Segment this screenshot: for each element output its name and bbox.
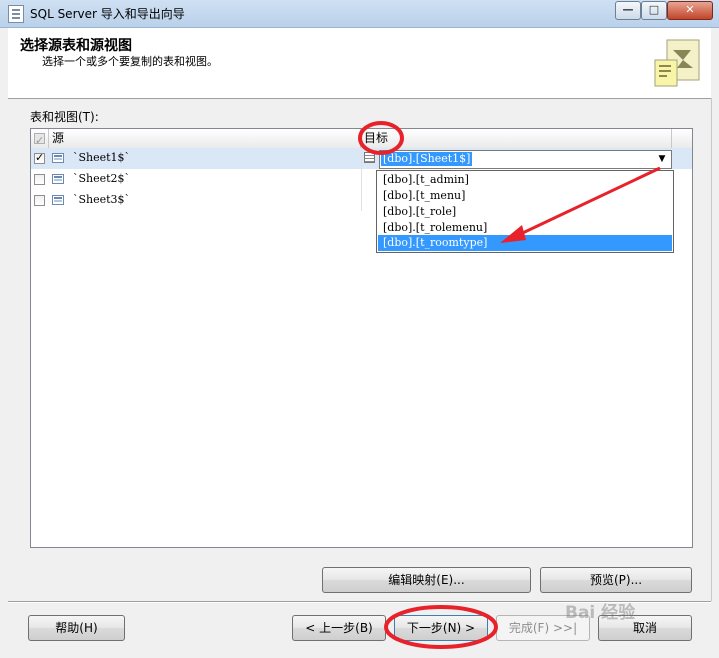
annotation-circle-next	[384, 605, 498, 649]
annotation-circle-target	[358, 121, 404, 155]
annotation-arrow-head	[500, 225, 526, 243]
annotation-arrow-line	[511, 166, 661, 240]
annotation-overlay	[358, 121, 661, 649]
